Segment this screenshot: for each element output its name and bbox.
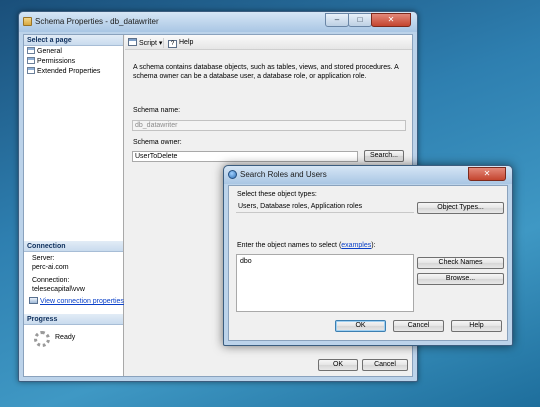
- progress-header: Progress: [24, 314, 123, 325]
- script-label: Script: [139, 40, 157, 47]
- page-item-extended-properties[interactable]: Extended Properties: [27, 67, 100, 77]
- script-button[interactable]: Script ▾: [128, 38, 162, 48]
- dialog-client: Select these object types: Users, Databa…: [228, 185, 508, 341]
- enter-names-label: Enter the object names to select (exampl…: [237, 241, 376, 250]
- page-item-label: General: [37, 48, 62, 55]
- dialog-close-button[interactable]: ✕: [468, 167, 506, 181]
- object-names-input[interactable]: dbo: [236, 254, 414, 312]
- help-button[interactable]: ? Help: [163, 38, 193, 48]
- left-pane: Select a page General Permissions Extend…: [24, 35, 124, 376]
- maximize-button[interactable]: □: [348, 13, 372, 27]
- ok-button[interactable]: OK: [318, 359, 358, 371]
- close-button[interactable]: ✕: [371, 13, 411, 27]
- object-types-button[interactable]: Object Types...: [417, 202, 504, 214]
- help-label: Help: [179, 39, 194, 46]
- properties-icon: [29, 297, 38, 304]
- schema-name-label: Schema name:: [133, 107, 181, 114]
- schema-owner-label: Schema owner:: [133, 139, 182, 146]
- dialog-title-bar[interactable]: Search Roles and Users ✕: [224, 166, 512, 184]
- toolbar: Script ▾ ? Help: [125, 35, 412, 50]
- enter-names-suffix: ):: [371, 242, 376, 249]
- page-item-label: Extended Properties: [37, 68, 101, 75]
- users-icon: [228, 170, 237, 179]
- dialog-help-button[interactable]: Help: [451, 320, 502, 332]
- browse-button[interactable]: Browse...: [417, 273, 504, 285]
- select-page-header: Select a page: [24, 35, 123, 46]
- dialog-ok-button[interactable]: OK: [335, 320, 386, 332]
- dialog-title: Search Roles and Users: [240, 170, 327, 179]
- connection-label: Connection:: [32, 277, 70, 284]
- view-connection-properties-label: View connection properties: [40, 298, 124, 305]
- cancel-button[interactable]: Cancel: [362, 359, 408, 371]
- server-label: Server:: [32, 255, 55, 262]
- schema-owner-field[interactable]: UserToDelete: [132, 151, 358, 162]
- server-value: perc-ai.com: [32, 264, 69, 271]
- window-title: Schema Properties - db_datawriter: [35, 17, 159, 26]
- schema-description: A schema contains database objects, such…: [133, 64, 399, 80]
- dialog-cancel-button[interactable]: Cancel: [393, 320, 444, 332]
- page-icon: [27, 47, 35, 54]
- progress-spinner-icon: [34, 331, 50, 347]
- app-icon: [23, 17, 32, 26]
- progress-status: Ready: [55, 334, 76, 341]
- object-types-field: Users, Database roles, Application roles: [236, 201, 414, 213]
- enter-names-text: Enter the object names to select (: [237, 242, 342, 249]
- minimize-button[interactable]: –: [325, 13, 349, 27]
- page-item-label: Permissions: [37, 58, 76, 65]
- connection-header: Connection: [24, 241, 123, 252]
- search-button[interactable]: Search...: [364, 150, 404, 162]
- page-item-general[interactable]: General: [27, 47, 62, 57]
- examples-link[interactable]: examples: [341, 242, 371, 249]
- page-icon: [27, 57, 35, 64]
- connection-value: telesecapital\vvw: [32, 286, 85, 293]
- help-icon: ?: [168, 40, 177, 48]
- page-item-permissions[interactable]: Permissions: [27, 57, 75, 67]
- script-icon: [128, 38, 137, 46]
- select-types-label: Select these object types:: [237, 191, 317, 198]
- title-bar[interactable]: Schema Properties - db_datawriter – □ ✕: [19, 12, 417, 32]
- view-connection-properties-link[interactable]: View connection properties: [29, 297, 124, 306]
- schema-name-field: db_datawriter: [132, 120, 406, 131]
- search-roles-users-dialog: Search Roles and Users ✕ Select these ob…: [223, 165, 513, 346]
- check-names-button[interactable]: Check Names: [417, 257, 504, 269]
- chevron-down-icon: ▾: [158, 40, 163, 47]
- page-icon: [27, 67, 35, 74]
